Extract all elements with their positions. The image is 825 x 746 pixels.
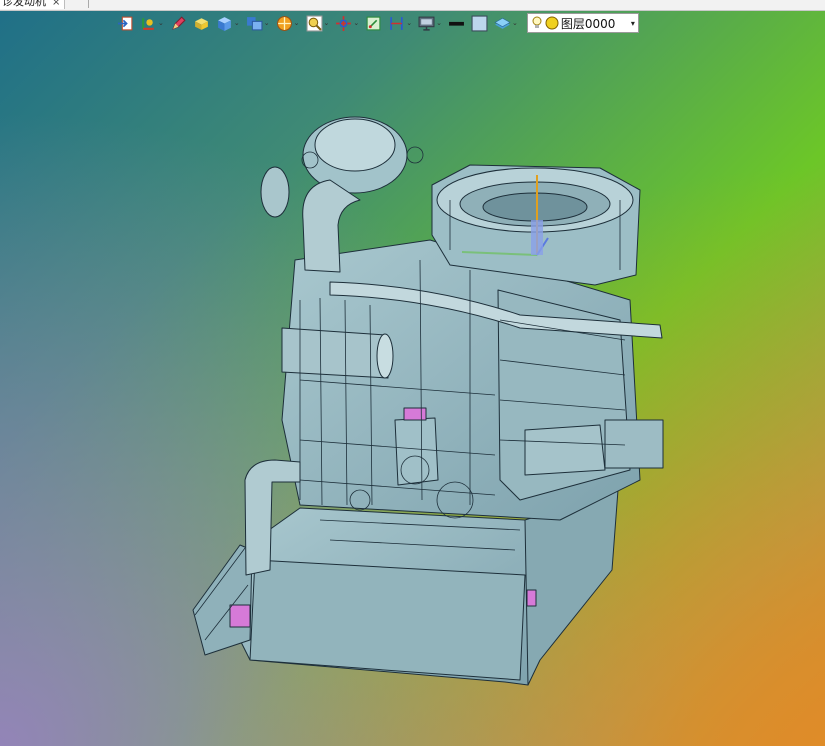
fuel-filter-end <box>376 333 394 379</box>
views-button[interactable]: ⌄ <box>245 13 271 33</box>
display-button[interactable]: ⌄ <box>417 13 443 33</box>
zoom-icon <box>306 15 322 31</box>
sketch-button[interactable] <box>169 13 188 33</box>
solid-button[interactable] <box>192 13 211 33</box>
dropdown-arrow-icon[interactable]: ▾ <box>631 19 635 28</box>
lightbulb-icon[interactable] <box>531 16 543 30</box>
chevron-down-icon: ⌄ <box>436 19 442 27</box>
face-color-icon <box>471 15 488 31</box>
turbo-inlet <box>260 166 290 218</box>
close-icon[interactable]: × <box>52 0 60 8</box>
pump-highlight <box>403 407 427 421</box>
oil-pan-front-face <box>249 559 526 681</box>
fuel-filter <box>281 327 389 379</box>
display-monitor-icon <box>418 16 435 31</box>
solid-box-icon <box>195 17 208 30</box>
zoom-button[interactable]: ⌄ <box>305 13 331 33</box>
chevron-down-icon: ⌄ <box>512 19 518 27</box>
exit-button[interactable] <box>116 13 135 33</box>
section-view-icon <box>366 16 381 30</box>
coordinate-button[interactable]: ⌄ <box>139 13 165 33</box>
chevron-down-icon: ⌄ <box>158 19 164 27</box>
pencil-icon <box>172 15 186 30</box>
chevron-down-icon: ⌄ <box>263 19 270 27</box>
layer-stack-icon <box>494 17 511 29</box>
layer-selector[interactable]: 图层0000 ▾ <box>526 13 639 33</box>
bracket-highlight <box>229 604 251 628</box>
section-button[interactable] <box>364 13 383 33</box>
document-tab-label: 诊发动机 <box>2 0 46 8</box>
line-style-button[interactable] <box>447 13 466 33</box>
view-toolbar: ⌄ ⌄ ⌄ ⌄ ⌄ ⌄ ⌄ ⌄ ⌄ 图层0000 ▾ <box>116 12 639 34</box>
starter-bracket <box>604 419 664 469</box>
starter-motor <box>524 424 606 476</box>
cad-application-window: 诊发动机 × ⌄ ⌄ ⌄ ⌄ ⌄ ⌄ ⌄ ⌄ ⌄ 图层0000 ▾ <box>0 0 825 746</box>
air-filter-cap <box>314 118 396 172</box>
chevron-down-icon: ⌄ <box>233 19 240 27</box>
flywheel-bore <box>482 192 588 222</box>
view-orient-button[interactable]: ⌄ <box>215 13 241 33</box>
chevron-down-icon: ⌄ <box>293 19 300 27</box>
tab-divider <box>88 0 89 8</box>
chevron-down-icon: ⌄ <box>406 19 413 27</box>
document-tab-bar: 诊发动机 × <box>0 0 825 11</box>
document-tab[interactable]: 诊发动机 × <box>0 0 66 9</box>
layers-button[interactable]: ⌄ <box>493 13 519 33</box>
triad-button[interactable]: ⌄ <box>334 13 360 33</box>
layer-status-icon[interactable] <box>545 16 559 30</box>
view-cube-icon <box>218 16 231 31</box>
engine-model[interactable] <box>192 116 664 686</box>
face-color-button[interactable] <box>470 13 489 33</box>
measure-icon <box>390 16 403 30</box>
line-style-icon <box>449 21 464 26</box>
layer-name: 图层0000 <box>560 16 616 31</box>
chevron-down-icon: ⌄ <box>353 19 360 27</box>
exit-icon <box>118 16 133 30</box>
triad-icon <box>336 15 352 31</box>
mounting-bracket <box>192 544 253 656</box>
chevron-down-icon: ⌄ <box>323 19 330 27</box>
coordinate-system-icon <box>142 17 154 30</box>
injection-pump <box>394 417 439 486</box>
measure-button[interactable]: ⌄ <box>387 13 413 33</box>
render-sphere-icon <box>276 15 292 31</box>
multi-view-icon <box>246 16 263 30</box>
render-mode-button[interactable]: ⌄ <box>275 13 301 33</box>
cad-viewport[interactable] <box>0 0 825 746</box>
side-highlight <box>526 589 537 607</box>
